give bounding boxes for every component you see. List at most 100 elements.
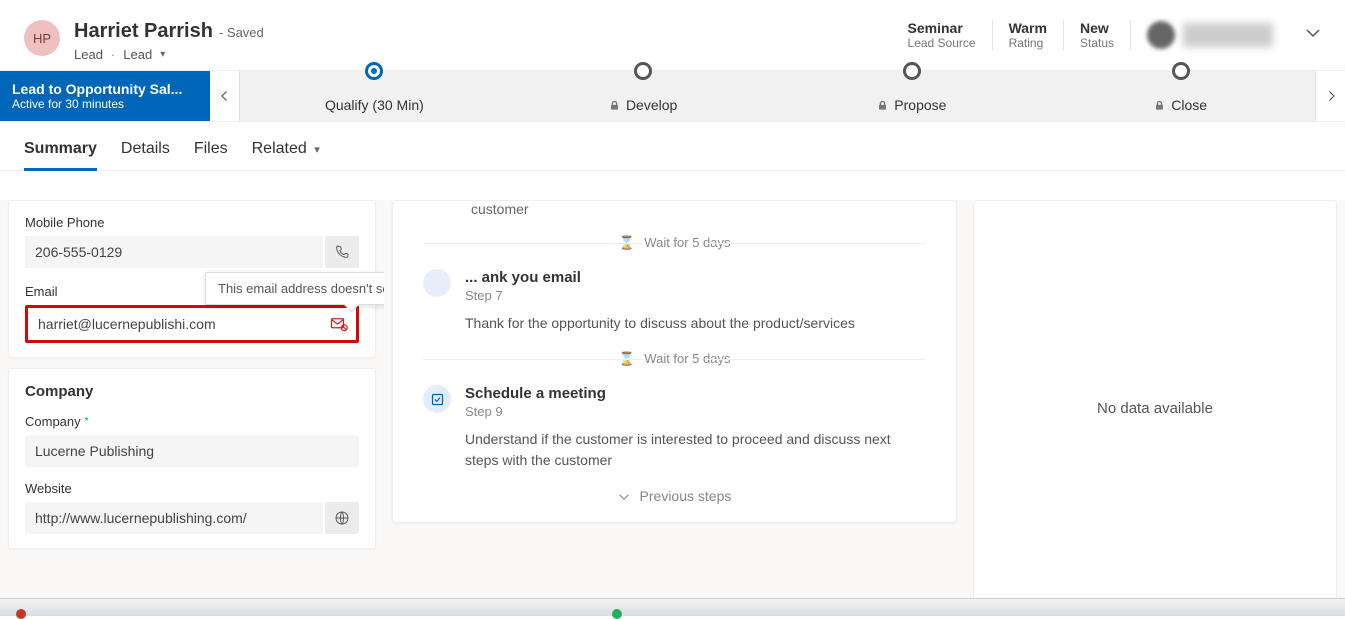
tab-related-label: Related [252,140,307,157]
tab-related[interactable]: Related ▾ [252,140,320,170]
globe-icon [334,510,350,526]
contact-card: Mobile Phone This email address doesn't … [8,200,376,358]
checkbox-icon [430,392,445,407]
process-bar: Lead to Opportunity Sal... Active for 30… [0,70,1345,122]
header-expand[interactable] [1305,25,1321,46]
avatar: HP [24,20,60,56]
step-title: ... ank you email [465,269,581,286]
wait-text: Wait for 5 days [644,351,730,366]
meta-label: Status [1080,36,1114,50]
previous-steps-toggle[interactable]: Previous steps [423,470,926,504]
form-body: Mobile Phone This email address doesn't … [0,200,1345,616]
step-description: Understand if the customer is interested… [465,429,926,470]
chevron-left-icon [219,90,231,102]
left-column: Mobile Phone This email address doesn't … [0,200,384,616]
no-data-text: No data available [1097,400,1213,417]
tab-files[interactable]: Files [194,140,228,170]
company-section-heading: Company [25,383,359,400]
meta-label: Rating [1009,36,1047,50]
related-panel: No data available [973,200,1337,616]
stage-label-text: Close [1171,97,1207,113]
meta-value: Warm [1009,20,1047,36]
mobile-label: Mobile Phone [25,215,359,230]
email-field-highlighted [25,305,359,343]
email-input[interactable] [28,308,322,340]
stage-close[interactable]: Close [1046,71,1315,121]
step-icon [423,269,451,297]
chevron-down-icon[interactable]: ▾ [160,49,165,60]
tab-summary[interactable]: Summary [24,140,97,170]
lock-icon [877,100,888,111]
meta-value: New [1080,20,1114,36]
wait-separator: ⌛ Wait for 5 days [423,217,926,269]
email-invalid-tooltip: This email address doesn't seem to be va… [205,272,384,305]
os-taskbar [0,598,1345,616]
center-column: customer ⌛ Wait for 5 days ... ank you e… [384,200,965,616]
saved-indicator: - Saved [219,25,264,40]
record-name: Harriet Parrish [74,20,213,43]
hourglass-icon: ⌛ [618,351,634,366]
lock-icon [609,100,620,111]
separator-dot: · [111,47,115,62]
mobile-input[interactable] [25,236,323,268]
website-label: Website [25,481,359,496]
lock-icon [1154,100,1165,111]
open-website-button[interactable] [325,502,359,534]
mail-error-icon [330,315,348,333]
process-name-block[interactable]: Lead to Opportunity Sal... Active for 30… [0,71,210,121]
process-prev-button[interactable] [210,71,240,121]
owner-block[interactable] [1131,21,1273,49]
tab-details[interactable]: Details [121,140,170,170]
entity-label: Lead [74,47,103,62]
stages: Qualify (30 Min) Develop Propose Close [240,71,1315,121]
timeline-step-9[interactable]: Schedule a meeting Step 9 [423,385,926,419]
step-description: Thank for the opportunity to discuss abo… [465,313,926,333]
title-block: Harriet Parrish - Saved Lead · Lead ▾ [74,20,892,62]
step-title: Schedule a meeting [465,385,606,402]
wait-text: Wait for 5 days [644,235,730,250]
step-number: Step 9 [465,404,606,419]
process-next-button[interactable] [1315,71,1345,121]
required-icon: * [85,416,89,427]
right-column: No data available [965,200,1345,616]
taskbar-indicator [16,609,26,619]
tab-bar: Summary Details Files Related ▾ [0,122,1345,171]
meta-label: Lead Source [908,36,976,50]
stage-label-text: Develop [626,97,677,113]
form-selector[interactable]: Lead [123,47,152,62]
previous-steps-label: Previous steps [640,488,732,504]
owner-name [1183,23,1273,47]
company-label: Company* [25,414,359,429]
wait-separator: ⌛ Wait for 5 days [423,333,926,385]
timeline-card: customer ⌛ Wait for 5 days ... ank you e… [392,200,957,523]
stage-label-text: Propose [894,97,946,113]
company-input[interactable] [25,435,359,467]
chevron-down-icon [1305,25,1321,41]
website-input[interactable] [25,502,323,534]
owner-avatar [1147,21,1175,49]
record-header: HP Harriet Parrish - Saved Lead · Lead ▾… [0,0,1345,70]
stage-indicator-active [365,62,383,80]
stage-indicator [634,62,652,80]
process-name: Lead to Opportunity Sal... [12,81,198,97]
timeline-step-7[interactable]: ... ank you email Step 7 [423,269,926,303]
header-meta: Seminar Lead Source Warm Rating New Stat… [892,20,1321,50]
hourglass-icon: ⌛ [618,235,634,250]
stage-indicator [1172,62,1190,80]
phone-icon [334,244,350,260]
stage-qualify[interactable]: Qualify (30 Min) [240,71,509,121]
company-card: Company Company* Website [8,368,376,549]
stage-propose[interactable]: Propose [778,71,1047,121]
taskbar-indicator [612,609,622,619]
process-duration: Active for 30 minutes [12,97,198,111]
meta-value: Seminar [908,20,976,36]
stage-label: Qualify (30 Min) [325,97,424,113]
stage-develop[interactable]: Develop [509,71,778,121]
step-icon [423,385,451,413]
call-button[interactable] [325,236,359,268]
meta-status: New Status [1064,20,1131,50]
step-body-truncated: customer [423,201,926,217]
meta-rating: Warm Rating [993,20,1064,50]
step-number: Step 7 [465,288,581,303]
chevron-right-icon [1325,90,1337,102]
